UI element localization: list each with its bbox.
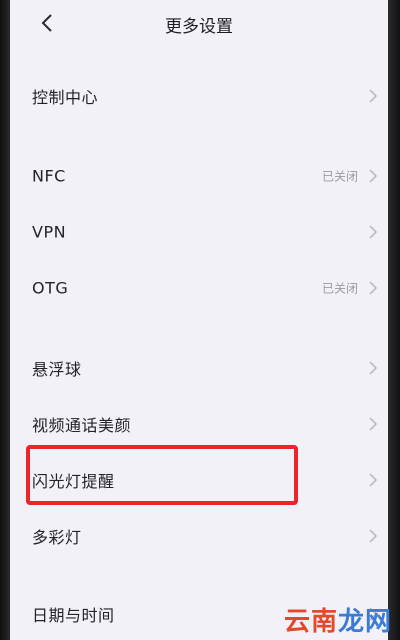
watermark-part2: 龙网 <box>337 607 392 637</box>
row-label: VPN <box>32 222 67 242</box>
row-label: 日期与时间 <box>32 606 115 625</box>
chevron-right-icon <box>369 417 378 431</box>
row-nfc[interactable]: NFC 已关闭 <box>10 148 388 204</box>
row-label: 控制中心 <box>32 88 99 107</box>
row-video-call-beauty[interactable]: 视频通话美颜 <box>10 396 388 452</box>
chevron-right-icon <box>369 361 378 375</box>
watermark-part1: 云南 <box>283 607 338 637</box>
header: 更多设置 <box>10 0 388 50</box>
row-label: 视频通话美颜 <box>32 416 132 435</box>
highlight-box <box>26 445 298 505</box>
watermark: 云南龙网 <box>284 601 392 638</box>
row-control-center[interactable]: 控制中心 <box>10 68 388 124</box>
row-colorful-light[interactable]: 多彩灯 <box>10 508 388 564</box>
row-status: 已关闭 <box>321 281 358 296</box>
row-label: 悬浮球 <box>32 360 82 379</box>
row-status: 已关闭 <box>321 169 358 184</box>
chevron-right-icon <box>369 473 378 487</box>
settings-screen: 更多设置 控制中心 NFC 已关闭 VPN OTG 已关闭 悬浮球 视频通话美颜… <box>10 0 388 640</box>
row-vpn[interactable]: VPN <box>10 204 388 260</box>
chevron-right-icon <box>369 281 378 295</box>
row-otg[interactable]: OTG 已关闭 <box>10 260 388 316</box>
device-bezel-left <box>0 0 10 640</box>
chevron-right-icon <box>369 225 378 239</box>
chevron-right-icon <box>369 89 378 103</box>
row-label: 多彩灯 <box>32 528 82 547</box>
chevron-right-icon <box>369 529 378 543</box>
device-bezel-right <box>388 0 400 640</box>
page-title: 更多设置 <box>165 17 233 37</box>
chevron-right-icon <box>369 169 378 183</box>
row-floating-ball[interactable]: 悬浮球 <box>10 340 388 396</box>
row-label: OTG <box>32 278 69 298</box>
row-label: NFC <box>32 166 66 186</box>
